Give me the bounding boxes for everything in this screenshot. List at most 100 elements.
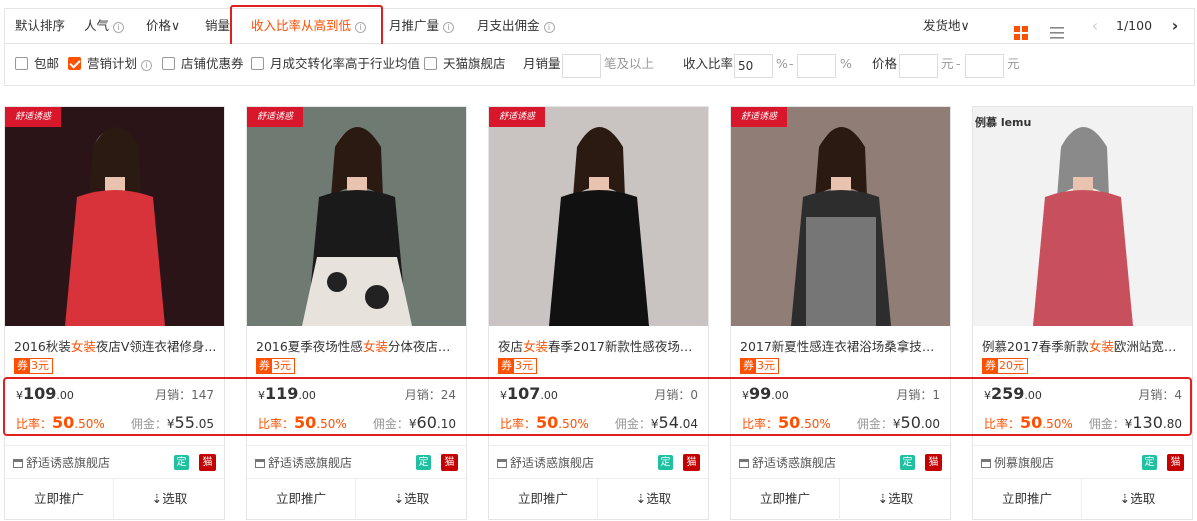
price-integer: 99 xyxy=(749,384,772,403)
title-keyword: 女装 xyxy=(1088,339,1114,354)
commission-decimal: .04 xyxy=(678,417,698,431)
product-card[interactable]: 舒适诱惑 2016秋装女装夜店V领连衣裙修身... 券 3元 ¥109.00 月销… xyxy=(4,106,225,520)
monthly-sales: 月销：147 xyxy=(155,386,214,403)
product-image[interactable]: 舒适诱惑 xyxy=(731,107,950,326)
checkbox-checked[interactable] xyxy=(68,57,81,70)
price-min-input[interactable] xyxy=(899,54,938,78)
shop-link[interactable]: 舒适诱惑旗舰店 xyxy=(13,454,110,471)
product-image[interactable]: 舒适诱惑 xyxy=(5,107,224,326)
info-icon[interactable]: i xyxy=(443,22,455,33)
sort-sales[interactable]: 销量 xyxy=(205,9,230,43)
info-icon[interactable]: i xyxy=(113,22,125,33)
title-text: 夜店 xyxy=(498,339,524,354)
price-integer: 107 xyxy=(507,384,541,403)
select-button[interactable]: ⇣选取 xyxy=(841,479,950,520)
shop-icon xyxy=(739,459,749,468)
income-rate-min-input[interactable]: 50 xyxy=(734,54,773,78)
ding-icon: 定 xyxy=(416,455,431,470)
filter-conversion-rate[interactable]: 月成交转化率高于行业均值 xyxy=(251,44,420,84)
monthly-sales: 月销：4 xyxy=(1138,386,1182,403)
checkbox[interactable] xyxy=(251,57,264,70)
product-title[interactable]: 例慕2017春季新款女装欧洲站宽松... xyxy=(982,336,1187,354)
shop-link[interactable]: 舒适诱惑旗舰店 xyxy=(739,454,836,471)
select-button[interactable]: ⇣选取 xyxy=(599,479,708,520)
promote-button[interactable]: 立即推广 xyxy=(5,479,114,520)
sort-popularity-label: 人气 xyxy=(84,18,110,33)
product-image[interactable]: 舒适诱惑 xyxy=(489,107,708,326)
promote-button[interactable]: 立即推广 xyxy=(731,479,840,520)
filter-marketing-plan[interactable]: 营销计划 i xyxy=(68,44,153,84)
shop-icon xyxy=(497,459,507,468)
commission-label: 佣金： xyxy=(130,417,167,431)
checkbox[interactable] xyxy=(424,57,437,70)
promote-button[interactable]: 立即推广 xyxy=(489,479,598,520)
filter-shop-coupon[interactable]: 店铺优惠券 xyxy=(162,44,244,84)
monthly-sales-unit: 笔及以上 xyxy=(604,56,655,71)
monthly-sales-input[interactable] xyxy=(562,54,601,78)
income-rate-max-input[interactable] xyxy=(797,54,836,78)
select-button[interactable]: ⇣选取 xyxy=(1083,479,1192,520)
promote-button[interactable]: 立即推广 xyxy=(247,479,356,520)
product-title[interactable]: 2016夏季夜场性感女装分体夜店连... xyxy=(256,336,461,354)
rate-integer: 50 xyxy=(536,413,559,432)
ding-icon: 定 xyxy=(658,455,673,470)
commission-label: 佣金： xyxy=(1088,417,1125,431)
next-page-icon[interactable]: › xyxy=(1165,9,1185,43)
shop-link[interactable]: 例慕旗舰店 xyxy=(981,454,1054,471)
monthly-sales-label: 月销： xyxy=(404,388,441,402)
filter-free-shipping[interactable]: 包邮 xyxy=(15,44,59,84)
shop-row: 舒适诱惑旗舰店 定 猫 xyxy=(489,445,708,477)
sort-popularity[interactable]: 人气 i xyxy=(84,9,125,43)
sort-bar: 默认排序 人气 i 价格∨ 销量 收入比率从高到低 i 月推广量 i 月支出佣金 i 发… xyxy=(4,8,1195,44)
ship-from-dropdown[interactable]: 发货地∨ xyxy=(923,9,970,43)
sort-price[interactable]: 价格∨ xyxy=(146,9,180,43)
rate-decimal: .50 xyxy=(1042,417,1062,431)
coupon-badge: 券 3元 xyxy=(498,358,537,374)
filter-tmall-flagship[interactable]: 天猫旗舰店 xyxy=(424,44,506,84)
select-button[interactable]: ⇣选取 xyxy=(357,479,466,520)
product-photo xyxy=(5,107,224,326)
info-icon[interactable]: i xyxy=(543,22,555,33)
sort-default[interactable]: 默认排序 xyxy=(15,9,65,43)
select-button[interactable]: ⇣选取 xyxy=(115,479,224,520)
coupon-label: 券 xyxy=(741,359,756,373)
product-card[interactable]: 舒适诱惑 2017新夏性感连衣裙浴场桑拿技师... 券 3元 ¥99.00 月销：… xyxy=(730,106,951,520)
product-title[interactable]: 2017新夏性感连衣裙浴场桑拿技师... xyxy=(740,336,945,354)
grid-view-icon[interactable] xyxy=(1014,19,1028,40)
prev-page-icon[interactable]: ‹ xyxy=(1085,9,1105,43)
shop-name: 例慕旗舰店 xyxy=(994,456,1055,470)
product-title[interactable]: 2016秋装女装夜店V领连衣裙修身... xyxy=(14,336,219,354)
product-card[interactable]: 例慕 lemu 例慕2017春季新款女装欧洲站宽松... 券 20元 ¥259.0… xyxy=(972,106,1193,520)
yuan-unit: 元 xyxy=(941,56,954,71)
monthly-sales-label: 月销： xyxy=(1138,388,1175,402)
shop-logo-badge: 舒适诱惑 xyxy=(5,107,61,127)
title-text: 2016秋装 xyxy=(14,339,71,354)
checkbox[interactable] xyxy=(15,57,28,70)
shop-link[interactable]: 舒适诱惑旗舰店 xyxy=(255,454,352,471)
income-rate-label: 收入比率 xyxy=(683,56,734,71)
sort-monthly-promotion[interactable]: 月推广量 i xyxy=(389,9,455,43)
income-rate: 比率：50.50% xyxy=(500,413,589,432)
shop-logo-badge: 舒适诱惑 xyxy=(489,107,545,127)
tmall-icon: 猫 xyxy=(925,454,942,471)
shop-row: 例慕旗舰店 定 猫 xyxy=(973,445,1192,477)
product-image[interactable]: 舒适诱惑 xyxy=(247,107,466,326)
price-max-input[interactable] xyxy=(965,54,1004,78)
product-title[interactable]: 夜店女装春季2017新款性感夜场洗... xyxy=(498,336,703,354)
checkbox[interactable] xyxy=(162,57,175,70)
coupon-badge: 券 3元 xyxy=(256,358,295,374)
info-icon[interactable]: i xyxy=(141,60,153,71)
page-indicator: 1/100 xyxy=(1116,18,1153,33)
sort-monthly-commission[interactable]: 月支出佣金 i xyxy=(477,9,555,43)
percent-sign: % xyxy=(335,417,347,431)
promote-button[interactable]: 立即推广 xyxy=(973,479,1082,520)
currency-symbol: ¥ xyxy=(408,417,417,431)
filter-tmall-flagship-label: 天猫旗舰店 xyxy=(443,56,506,71)
shop-link[interactable]: 舒适诱惑旗舰店 xyxy=(497,454,594,471)
product-card[interactable]: 舒适诱惑 2016夏季夜场性感女装分体夜店连... 券 3元 ¥119.00 月销… xyxy=(246,106,467,520)
shop-name: 舒适诱惑旗舰店 xyxy=(268,456,353,470)
product-card[interactable]: 舒适诱惑 夜店女装春季2017新款性感夜场洗... 券 3元 ¥107.00 月销… xyxy=(488,106,709,520)
list-view-icon[interactable] xyxy=(1050,19,1064,39)
product-image[interactable]: 例慕 lemu xyxy=(973,107,1192,326)
title-keyword: 女装 xyxy=(523,339,549,354)
